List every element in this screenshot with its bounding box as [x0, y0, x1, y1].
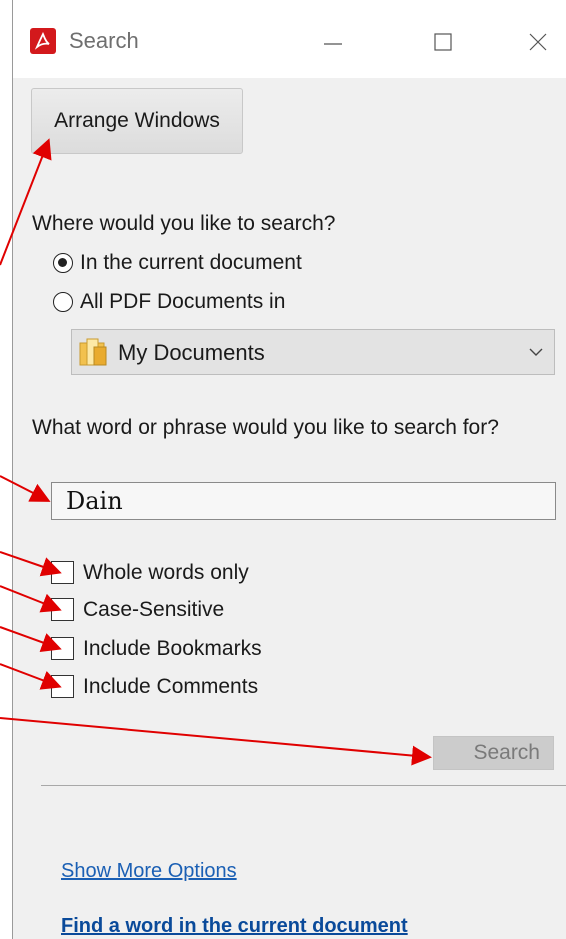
radio-current-document[interactable]	[53, 253, 73, 273]
checkbox-include-comments-label: Include Comments	[83, 675, 259, 698]
location-value: My Documents	[118, 340, 265, 365]
window-title: Search	[69, 28, 139, 53]
maximize-icon	[434, 33, 452, 51]
radio-all-pdf-documents-label: All PDF Documents in	[80, 290, 286, 313]
location-dropdown[interactable]: My Documents	[71, 329, 555, 375]
find-word-link[interactable]: Find a word in the current document	[61, 915, 408, 938]
radio-all-pdf-documents[interactable]	[53, 292, 73, 312]
checkbox-case-sensitive[interactable]	[51, 598, 74, 621]
maximize-button[interactable]	[423, 22, 463, 62]
arrange-windows-button[interactable]: Arrange Windows	[31, 88, 243, 154]
minimize-icon	[324, 43, 342, 45]
where-question: Where would you like to search?	[32, 212, 336, 235]
checkbox-case-sensitive-label: Case-Sensitive	[83, 598, 225, 621]
acrobat-icon	[30, 28, 56, 54]
checkbox-include-bookmarks-label: Include Bookmarks	[83, 637, 262, 660]
close-button[interactable]	[518, 22, 558, 62]
close-icon	[529, 33, 547, 51]
title-bar: Search	[13, 0, 566, 78]
chevron-down-icon	[529, 348, 543, 356]
minimize-button[interactable]	[313, 22, 353, 62]
checkbox-whole-words[interactable]	[51, 561, 74, 584]
search-text-input[interactable]: Dain	[51, 482, 556, 520]
folder-icon	[79, 338, 107, 366]
show-more-options-link[interactable]: Show More Options	[61, 860, 237, 883]
background-strip	[0, 0, 12, 939]
checkbox-include-comments[interactable]	[51, 675, 74, 698]
radio-current-document-label: In the current document	[80, 251, 302, 274]
search-window: Search Arrange Windows Where would you l…	[12, 0, 566, 939]
checkbox-include-bookmarks[interactable]	[51, 637, 74, 660]
what-question: What word or phrase would you like to se…	[32, 416, 499, 439]
divider	[41, 785, 566, 786]
checkbox-whole-words-label: Whole words only	[83, 561, 249, 584]
search-button[interactable]: Search	[433, 736, 554, 770]
